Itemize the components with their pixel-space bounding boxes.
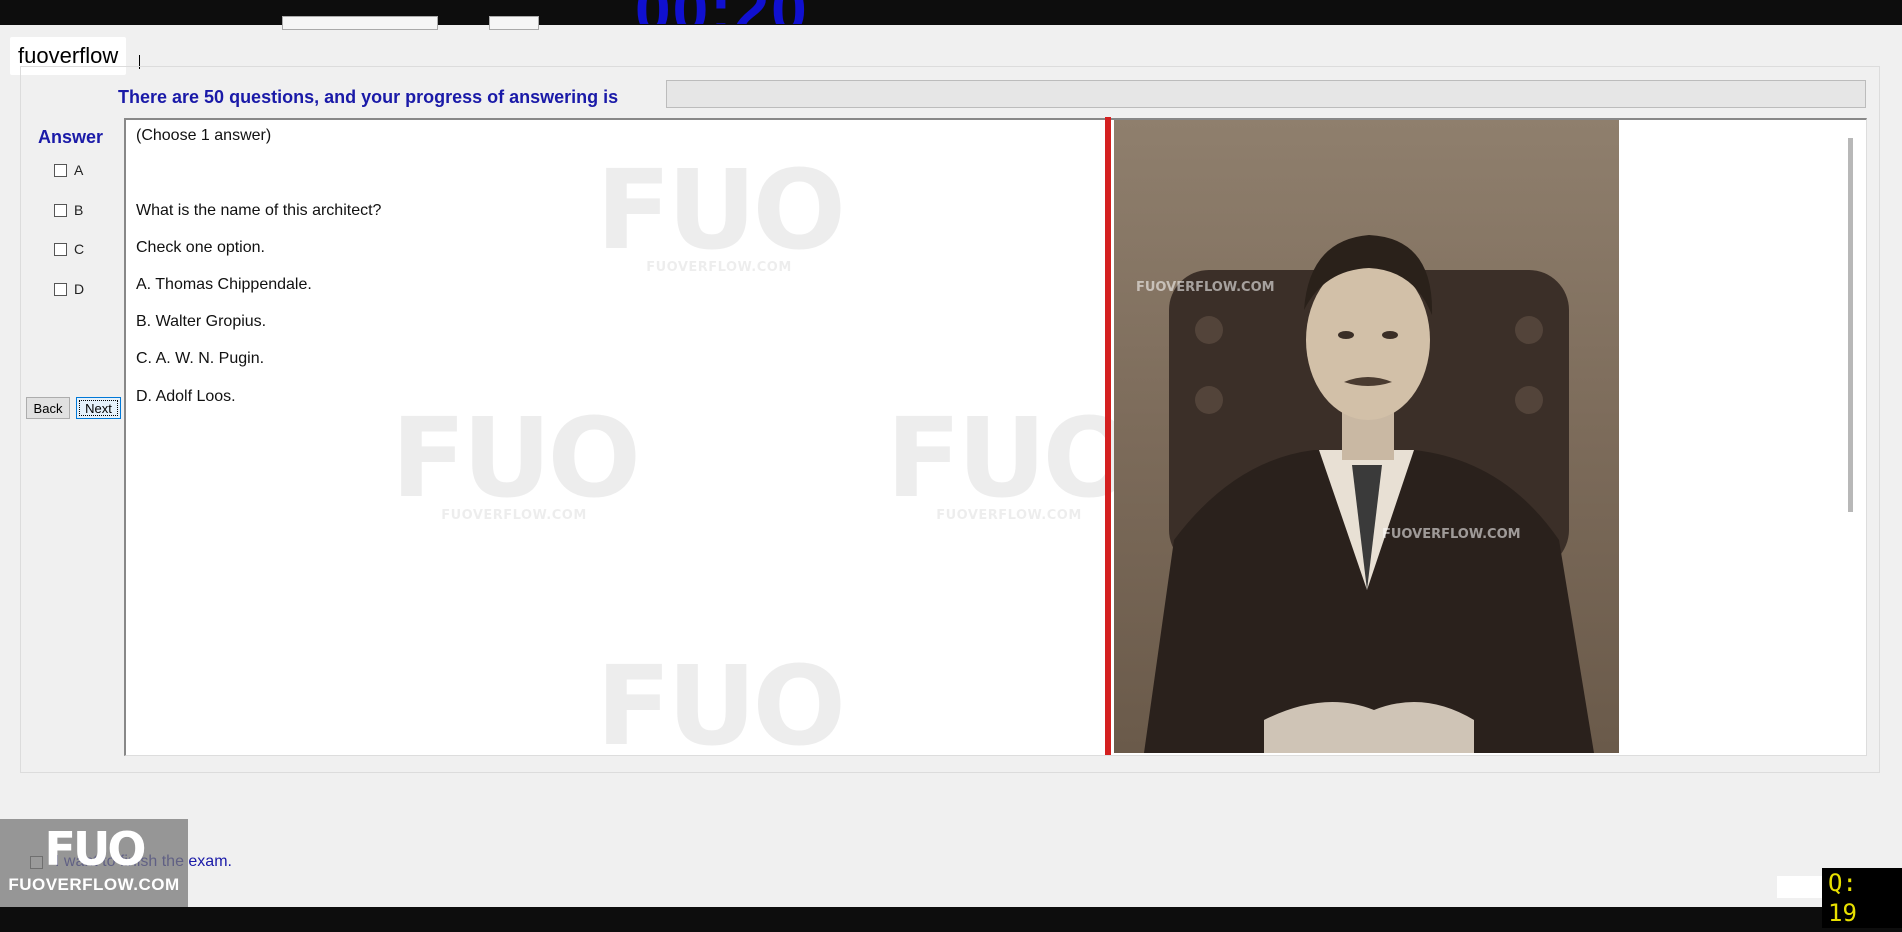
question-hint: Check one option. xyxy=(136,239,265,256)
watermark-4: FUO xyxy=(596,642,846,756)
answer-option-a-label: A xyxy=(74,162,84,178)
top-dropdown-stub[interactable] xyxy=(282,16,438,30)
answer-option-b[interactable]: B xyxy=(54,202,83,218)
watermark-2: FUO FUOVERFLOW.COM xyxy=(391,394,641,523)
photo-watermark-2: FUOVERFLOW.COM xyxy=(1382,527,1521,542)
answer-option-c[interactable]: C xyxy=(54,241,84,257)
answer-option-a[interactable]: A xyxy=(54,162,83,178)
checkbox-c[interactable] xyxy=(54,242,67,256)
progress-label: There are 50 questions, and your progres… xyxy=(118,87,619,107)
image-divider-line xyxy=(1105,117,1111,755)
answer-title: Answer xyxy=(38,127,104,147)
back-button[interactable]: Back xyxy=(26,397,70,419)
checkbox-a[interactable] xyxy=(54,163,67,177)
portrait-illustration xyxy=(1144,235,1594,753)
bottom-black-bar xyxy=(0,907,1902,932)
counter-background xyxy=(1777,876,1822,898)
logo-mark: FUO xyxy=(44,822,147,876)
top-small-control-stub[interactable] xyxy=(489,16,539,30)
checkbox-d[interactable] xyxy=(54,282,67,296)
logo-text: FUOVERFLOW.COM xyxy=(8,875,180,894)
question-choice-d: D. Adolf Loos. xyxy=(136,388,236,405)
watermark-1: FUO FUOVERFLOW.COM xyxy=(596,146,846,275)
watermark-3: FUO FUOVERFLOW.COM xyxy=(886,394,1136,523)
question-counter: Q: 19 xyxy=(1822,868,1902,928)
checkbox-b[interactable] xyxy=(54,203,67,217)
photo-watermark-1: FUOVERFLOW.COM xyxy=(1136,280,1275,295)
answer-option-b-label: B xyxy=(74,202,84,218)
answer-option-c-label: C xyxy=(74,241,85,257)
answer-option-d[interactable]: D xyxy=(54,281,84,297)
question-instruction: (Choose 1 answer) xyxy=(136,127,272,144)
next-button[interactable]: Next xyxy=(76,397,121,419)
countdown-timer: 00:20 xyxy=(635,0,809,24)
fuoverflow-logo: FUO FUOVERFLOW.COM xyxy=(0,819,188,907)
progress-bar xyxy=(666,80,1866,108)
answer-option-d-label: D xyxy=(74,281,85,297)
question-choice-c: C. A. W. N. Pugin. xyxy=(136,350,265,367)
question-prompt: What is the name of this architect? xyxy=(136,202,382,219)
question-choice-b: B. Walter Gropius. xyxy=(136,313,267,330)
architect-portrait-image: FUOVERFLOW.COM FUOVERFLOW.COM xyxy=(1114,120,1619,753)
vertical-scrollbar[interactable] xyxy=(1848,138,1853,512)
question-choice-a: A. Thomas Chippendale. xyxy=(136,276,312,293)
